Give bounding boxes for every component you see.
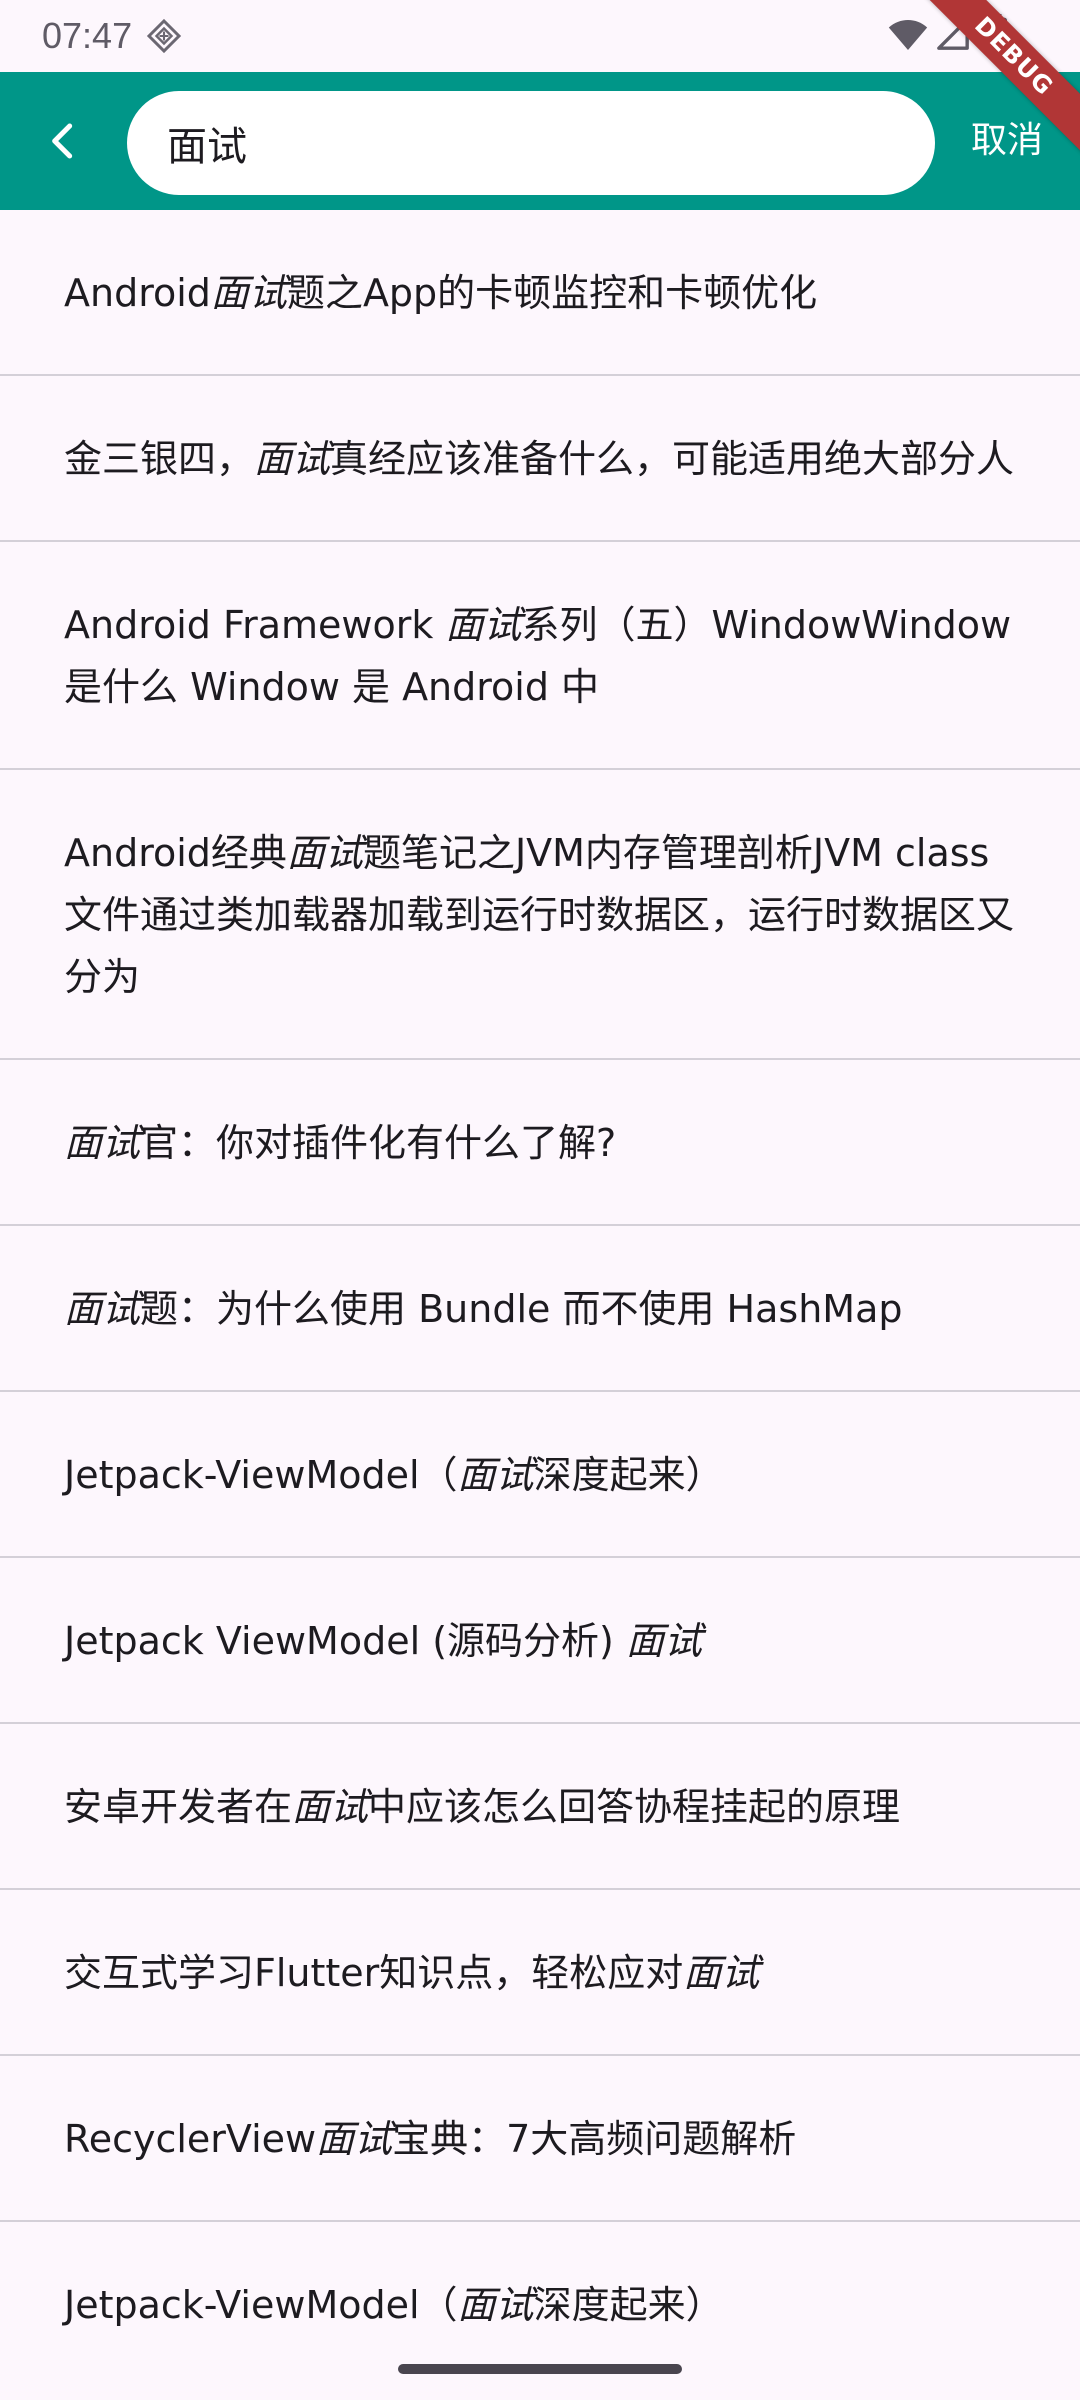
result-item[interactable]: 面试题：为什么使用 Bundle 而不使用 HashMap: [0, 1226, 1080, 1392]
gesture-nav-bar[interactable]: [398, 2364, 682, 2374]
result-item[interactable]: 金三银四，面试真经应该准备什么，可能适用绝大部分人: [0, 376, 1080, 542]
highlight-term: 面试: [683, 1951, 760, 1995]
wifi-icon: [888, 20, 928, 50]
search-box[interactable]: [127, 91, 935, 195]
highlight-term: 面试: [625, 1619, 702, 1663]
result-item[interactable]: 安卓开发者在面试中应该怎么回答协程挂起的原理: [0, 1724, 1080, 1890]
cell-signal-icon: [937, 18, 969, 50]
status-time: 07:47: [42, 15, 133, 56]
highlight-term: 面试: [64, 1287, 141, 1331]
results-list: Android面试题之App的卡顿监控和卡顿优化 金三银四，面试真经应该准备什么，…: [0, 210, 1080, 2344]
cancel-button[interactable]: 取消: [952, 106, 1062, 176]
highlight-term: 面试: [445, 603, 522, 647]
result-item[interactable]: Android经典面试题笔记之JVM内存管理剖析JVM class文件通过类加载…: [0, 770, 1080, 1060]
result-item[interactable]: 面试官：你对插件化有什么了解?: [0, 1060, 1080, 1226]
result-item[interactable]: Jetpack-ViewModel（面试深度起来）: [0, 1392, 1080, 1558]
result-item[interactable]: Jetpack-ViewModel（面试深度起来）: [0, 2222, 1080, 2344]
status-bar: 07:47: [0, 0, 1080, 72]
highlight-term: 面试: [292, 1785, 369, 1829]
highlight-term: 面试: [254, 437, 331, 481]
back-arrow-icon: [52, 123, 73, 159]
notification-icon: [146, 18, 182, 54]
highlight-term: 面试: [457, 1453, 534, 1497]
highlight-term: 面试: [286, 831, 363, 875]
result-item[interactable]: 交互式学习Flutter知识点，轻松应对面试: [0, 1890, 1080, 2056]
highlight-term: 面试: [457, 2283, 534, 2327]
highlight-term: 面试: [316, 2117, 393, 2161]
app-bar: 取消: [0, 72, 1080, 210]
highlight-term: 面试: [210, 271, 287, 315]
result-item[interactable]: Jetpack ViewModel (源码分析) 面试: [0, 1558, 1080, 1724]
result-item[interactable]: Android面试题之App的卡顿监控和卡顿优化: [0, 210, 1080, 376]
back-button[interactable]: [30, 106, 96, 176]
battery-icon: [987, 14, 1007, 54]
search-input[interactable]: [167, 120, 895, 166]
highlight-term: 面试: [64, 1121, 141, 1165]
result-item[interactable]: RecyclerView面试宝典：7大高频问题解析: [0, 2056, 1080, 2222]
result-item[interactable]: Android Framework 面试系列（五）WindowWindow 是什…: [0, 542, 1080, 770]
